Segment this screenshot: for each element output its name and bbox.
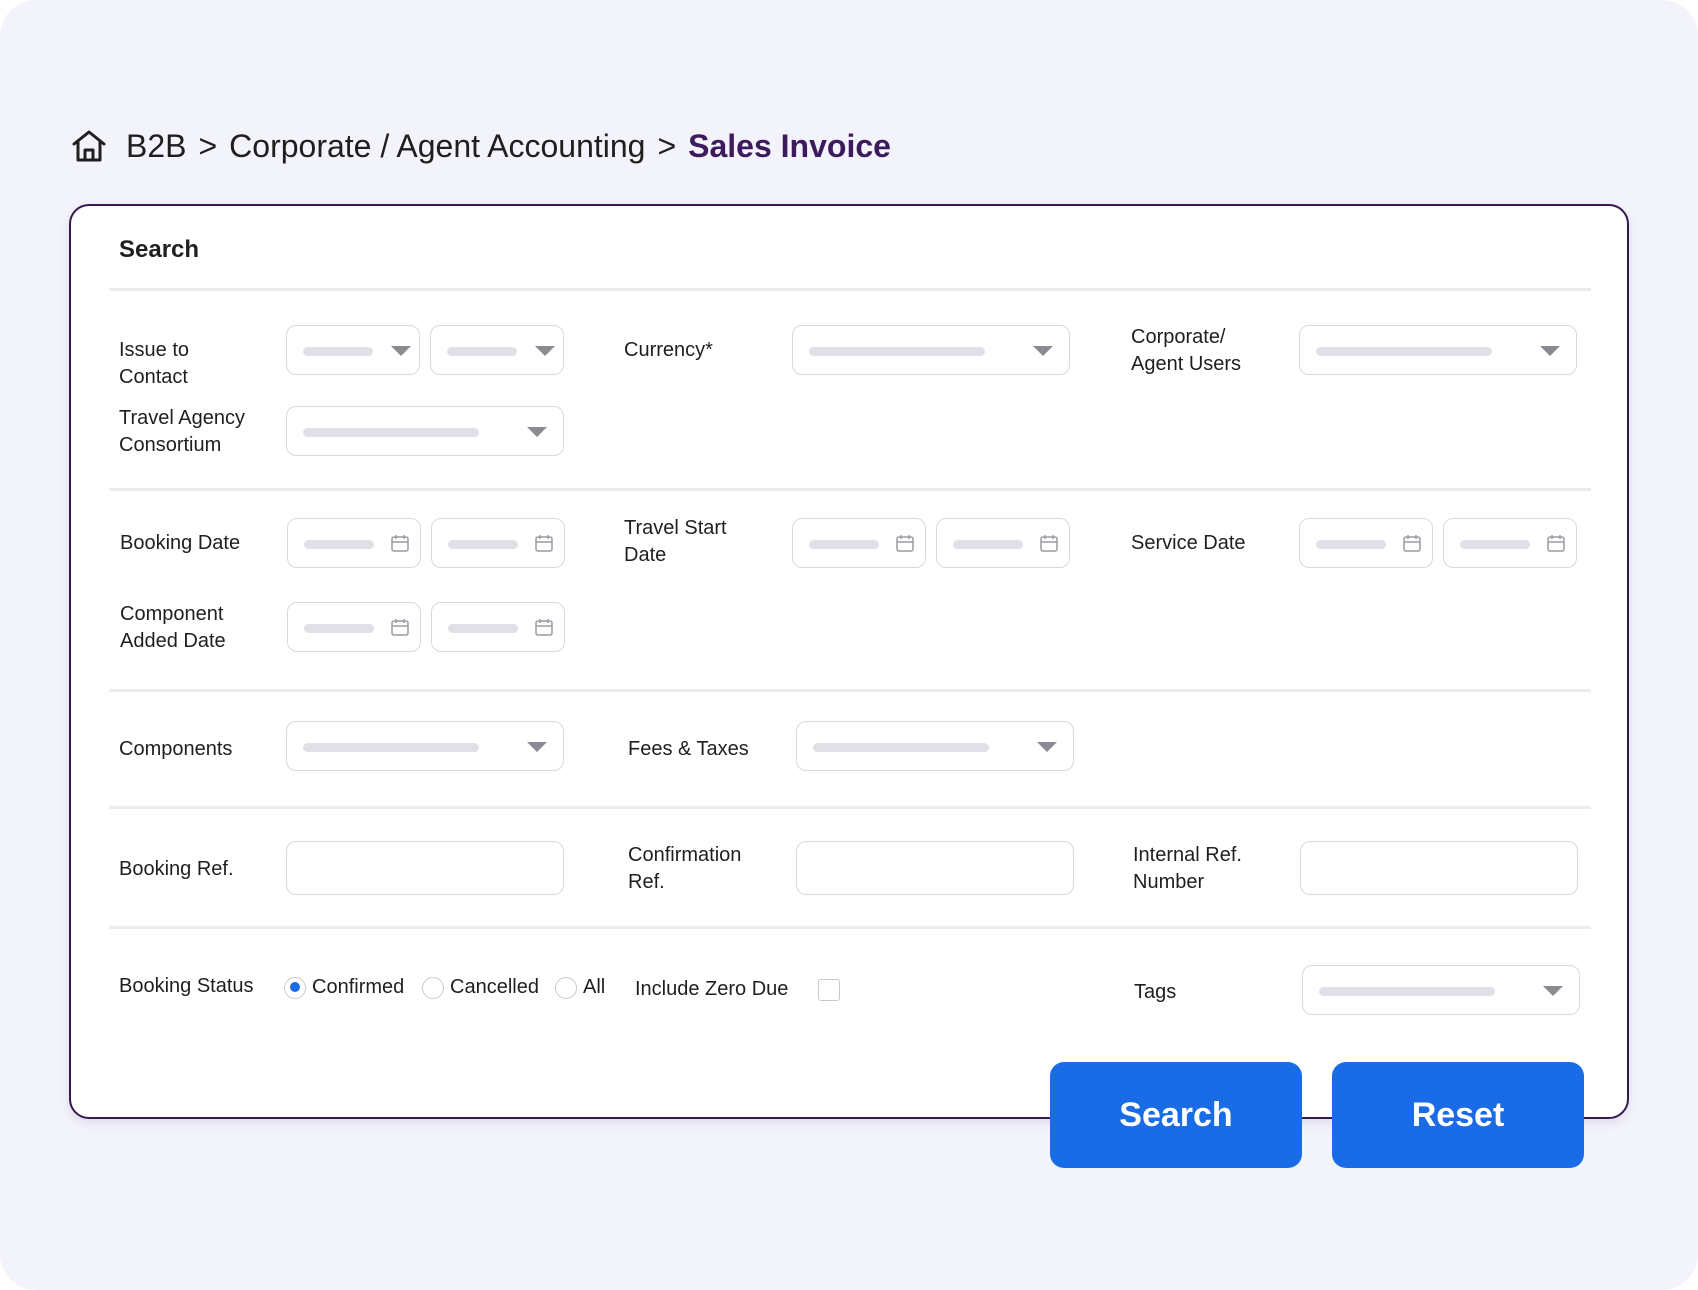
calendar-icon <box>535 535 553 552</box>
radio-button[interactable] <box>422 976 444 999</box>
components-select[interactable] <box>286 721 564 771</box>
search-button[interactable]: Search <box>1050 1062 1302 1168</box>
component-added-date-from[interactable] <box>287 602 421 652</box>
include-zero-due-checkbox[interactable] <box>818 979 840 1001</box>
calendar-icon <box>391 619 409 636</box>
booking-status-label: Booking Status <box>119 975 254 997</box>
calendar-icon <box>1040 535 1058 552</box>
internal-ref-number-label: Internal Ref. Number <box>1133 844 1242 893</box>
booking-ref-input[interactable] <box>286 841 564 895</box>
chevron-down-icon <box>535 346 555 356</box>
breadcrumb-item-accounting[interactable]: Corporate / Agent Accounting <box>229 128 645 165</box>
reset-button[interactable]: Reset <box>1332 1062 1584 1168</box>
divider <box>109 689 1591 692</box>
placeholder-bar <box>813 743 989 752</box>
radio-label: Cancelled <box>450 976 539 998</box>
calendar-icon <box>1403 535 1421 552</box>
chevron-down-icon <box>527 427 547 437</box>
tags-select[interactable] <box>1302 965 1580 1015</box>
travel-agency-consortium-label: Travel Agency Consortium <box>119 407 245 456</box>
placeholder-bar <box>1316 347 1492 356</box>
fees-taxes-label: Fees & Taxes <box>628 738 749 760</box>
booking-date-from[interactable] <box>287 518 421 568</box>
chevron-down-icon <box>527 742 547 752</box>
radio-button[interactable] <box>555 976 577 999</box>
placeholder-bar <box>304 624 374 633</box>
internal-ref-number-input[interactable] <box>1300 841 1578 895</box>
placeholder-bar <box>447 347 517 356</box>
corporate-agent-users-select[interactable] <box>1299 325 1577 375</box>
include-zero-due-label: Include Zero Due <box>635 978 789 1000</box>
breadcrumb-current: Sales Invoice <box>688 127 891 164</box>
currency-select[interactable] <box>792 325 1070 375</box>
chevron-down-icon <box>1543 986 1563 996</box>
issue-to-contact-label: Issue to Contact <box>119 339 190 388</box>
booking-date-label: Booking Date <box>120 532 241 554</box>
booking-ref-label: Booking Ref. <box>119 858 234 880</box>
placeholder-bar <box>303 347 373 356</box>
confirmation-ref-label: Confirmation Ref. <box>628 844 742 893</box>
tags-label: Tags <box>1134 981 1177 1003</box>
fees-taxes-select[interactable] <box>796 721 1074 771</box>
booking-status-cancelled[interactable]: Cancelled <box>422 976 539 999</box>
placeholder-bar <box>809 347 985 356</box>
issue-to-contact-select-2[interactable] <box>430 325 564 375</box>
radio-label: Confirmed <box>312 976 405 998</box>
divider <box>109 926 1591 929</box>
chevron-down-icon <box>1037 742 1057 752</box>
placeholder-bar <box>303 428 479 437</box>
confirmation-ref-input[interactable] <box>796 841 1074 895</box>
placeholder-bar <box>1319 987 1495 996</box>
service-date-from[interactable] <box>1299 518 1433 568</box>
service-date-label: Service Date <box>1131 532 1246 554</box>
corporate-agent-users-label: Corporate/ Agent Users <box>1131 326 1242 375</box>
currency-label: Currency* <box>624 339 713 361</box>
travel-start-date-to[interactable] <box>936 518 1070 568</box>
component-added-date-label: Component Added Date <box>120 603 226 652</box>
divider <box>109 288 1591 291</box>
travel-agency-consortium-select[interactable] <box>286 406 564 456</box>
service-date-to[interactable] <box>1443 518 1577 568</box>
calendar-icon <box>535 619 553 636</box>
chevron-down-icon <box>1540 346 1560 356</box>
calendar-icon <box>896 535 914 552</box>
placeholder-bar <box>1460 540 1530 549</box>
breadcrumb-separator: > <box>198 127 218 164</box>
placeholder-bar <box>303 743 479 752</box>
home-icon[interactable] <box>70 127 108 165</box>
page-background: B2B > Corporate / Agent Accounting > Sal… <box>0 0 1698 1290</box>
calendar-icon <box>1547 535 1565 552</box>
radio-label: All <box>583 976 606 998</box>
travel-start-date-from[interactable] <box>792 518 926 568</box>
travel-start-date-label: Travel Start Date <box>624 517 727 566</box>
breadcrumb-separator: > <box>657 127 677 164</box>
booking-status-confirmed[interactable]: Confirmed <box>284 976 404 999</box>
breadcrumb-item-b2b[interactable]: B2B <box>126 128 186 165</box>
booking-status-all[interactable]: All <box>555 976 605 999</box>
chevron-down-icon <box>1033 346 1053 356</box>
placeholder-bar <box>809 540 879 549</box>
placeholder-bar <box>1316 540 1386 549</box>
placeholder-bar <box>304 540 374 549</box>
booking-date-to[interactable] <box>431 518 565 568</box>
issue-to-contact-select-1[interactable] <box>286 325 420 375</box>
components-label: Components <box>119 738 233 760</box>
divider <box>109 488 1591 491</box>
divider <box>109 806 1591 809</box>
chevron-down-icon <box>391 346 411 356</box>
component-added-date-to[interactable] <box>431 602 565 652</box>
panel-title: Search <box>119 236 200 263</box>
placeholder-bar <box>953 540 1023 549</box>
placeholder-bar <box>448 540 518 549</box>
breadcrumb: B2B > Corporate / Agent Accounting > Sal… <box>70 124 891 168</box>
search-panel: Search Issue to Contact Currency* Corpor… <box>69 204 1629 1119</box>
placeholder-bar <box>448 624 518 633</box>
calendar-icon <box>391 535 409 552</box>
radio-button-selected[interactable] <box>284 976 306 999</box>
